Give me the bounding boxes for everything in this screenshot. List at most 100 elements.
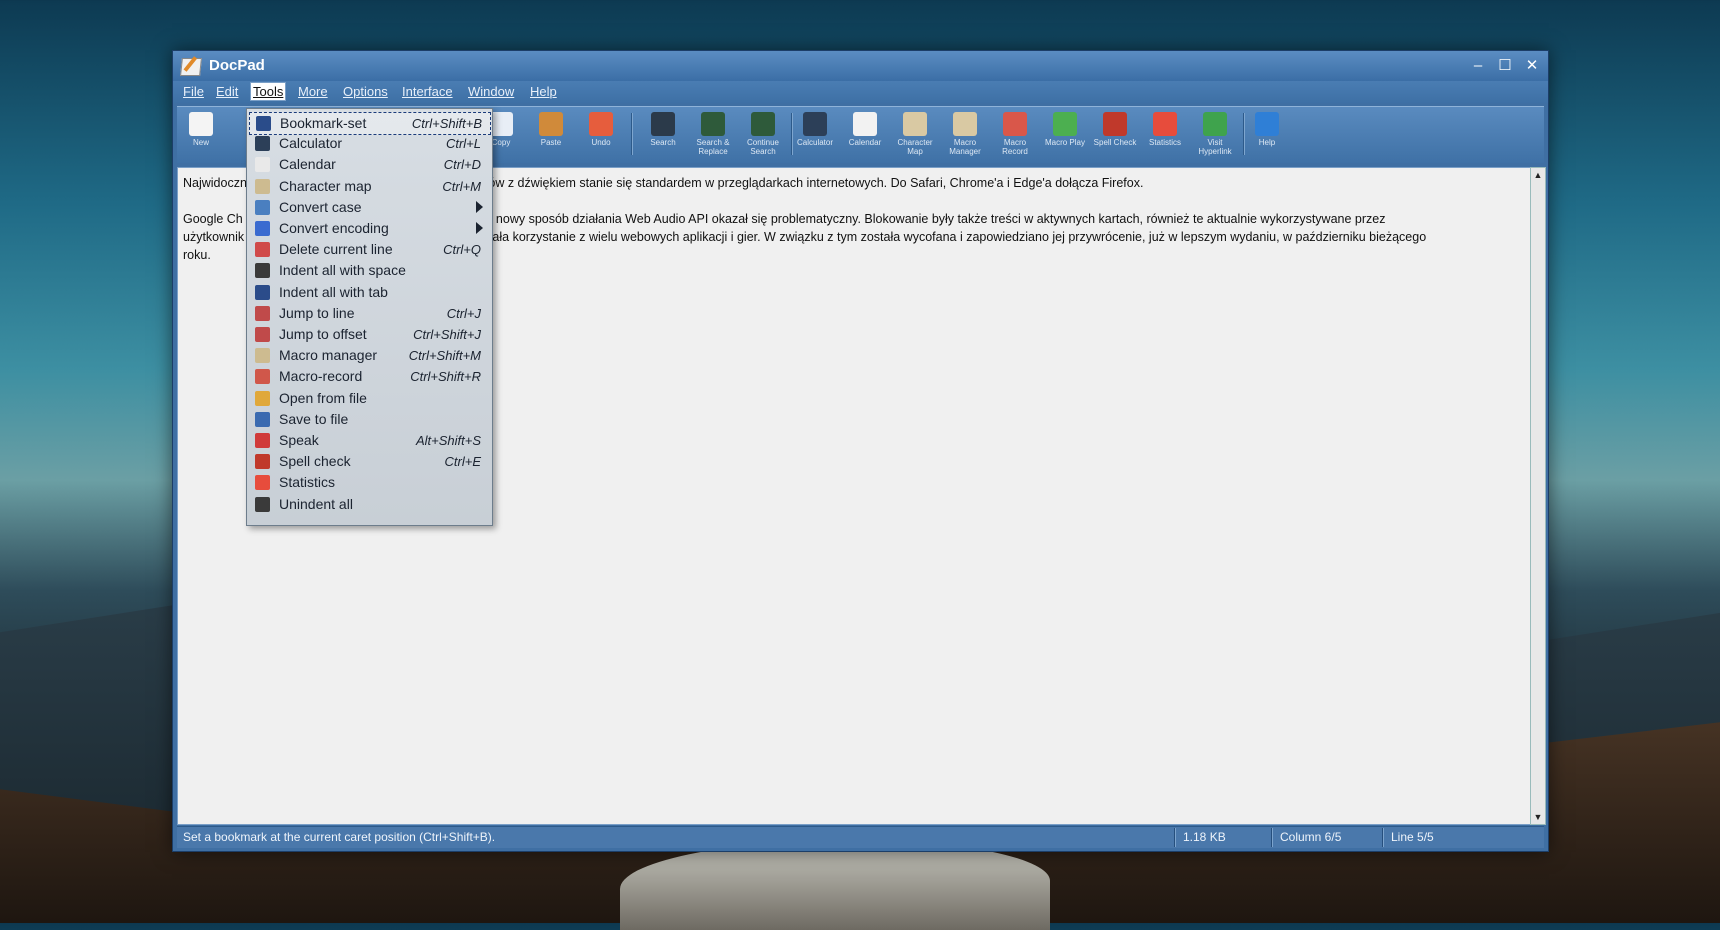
bookmark-icon xyxy=(256,116,271,131)
tools-menu-item[interactable]: Calculator Ctrl+L xyxy=(249,133,489,154)
tools-menu-item[interactable]: Character map Ctrl+M xyxy=(249,176,489,197)
toolbar-continue-search-button[interactable]: Continue Search xyxy=(739,109,787,161)
app-icon xyxy=(180,58,202,76)
convert-encoding-icon xyxy=(255,221,270,236)
tools-menu-item[interactable]: Calendar Ctrl+D xyxy=(249,154,489,175)
toolbar-separator xyxy=(631,113,633,155)
tools-menu-item[interactable]: Spell check Ctrl+E xyxy=(249,451,489,472)
open-folder-icon xyxy=(255,390,270,406)
help-icon xyxy=(1255,112,1279,136)
toolbar-character-map-button[interactable]: Character Map xyxy=(891,109,939,161)
tools-menu-item-shortcut: Ctrl+M xyxy=(442,178,481,194)
tools-menu-item-shortcut: Ctrl+Shift+M xyxy=(408,348,481,364)
tools-menu-item-label: Delete current line xyxy=(279,241,393,258)
menu-help[interactable]: Help xyxy=(530,84,557,99)
globe-icon xyxy=(1203,112,1227,136)
tools-menu-item-shortcut: Ctrl+D xyxy=(443,157,481,173)
close-button[interactable]: ✕ xyxy=(1521,55,1543,77)
jump-line-icon xyxy=(255,305,270,321)
search-replace-icon xyxy=(701,112,725,136)
tools-menu-item[interactable]: Delete current line Ctrl+Q xyxy=(249,239,489,260)
macro-manager-icon xyxy=(255,348,270,364)
tools-menu-item-shortcut: Ctrl+Q xyxy=(443,242,481,258)
tools-menu-item[interactable]: Bookmark-set Ctrl+Shift+B xyxy=(249,112,491,135)
tools-menu-item[interactable]: Macro-record Ctrl+Shift+R xyxy=(249,366,489,387)
status-message: Set a bookmark at the current caret posi… xyxy=(183,830,496,844)
macro-record-icon xyxy=(1003,112,1027,136)
tools-menu-item-shortcut: Ctrl+J xyxy=(446,305,481,321)
status-separator xyxy=(1271,828,1273,847)
tools-menu-item-label: Macro-record xyxy=(279,368,363,385)
tools-menu-item[interactable]: Unindent all xyxy=(249,494,489,515)
macro-play-icon xyxy=(1053,112,1077,136)
toolbar-calculator-button[interactable]: Calculator xyxy=(791,109,839,161)
pie-chart-icon xyxy=(255,475,270,491)
tools-menu-item-label: Bookmark-set xyxy=(280,115,367,131)
toolbar-new-button[interactable]: New xyxy=(177,109,225,161)
toolbar-help-button[interactable]: Help xyxy=(1243,109,1291,161)
minimize-button[interactable]: ‒ xyxy=(1467,55,1489,77)
calendar-icon xyxy=(853,112,877,136)
menu-window[interactable]: Window xyxy=(468,84,514,99)
tools-menu-item-label: Spell check xyxy=(279,453,351,470)
toolbar-visit-hyperlink-button[interactable]: Visit Hyperlink xyxy=(1191,109,1239,161)
menu-bar: File Edit Tools More Options Interface W… xyxy=(173,81,1548,103)
tools-menu-item-label: Character map xyxy=(279,177,372,194)
toolbar-spell-check-button[interactable]: Spell Check xyxy=(1091,109,1139,161)
tools-menu-item[interactable]: Jump to line Ctrl+J xyxy=(249,303,489,324)
toolbar-paste-button[interactable]: Paste xyxy=(527,109,575,161)
toolbar-statistics-button[interactable]: Statistics xyxy=(1141,109,1189,161)
tools-menu-item-label: Calculator xyxy=(279,135,343,152)
tools-menu-item[interactable]: Convert encoding xyxy=(249,218,489,239)
maximize-button[interactable]: ☐ xyxy=(1494,55,1516,77)
tools-menu-item[interactable]: Convert case xyxy=(249,197,489,218)
tools-menu-item[interactable]: Save to file xyxy=(249,409,489,430)
tools-menu-item-label: Open from file xyxy=(279,389,367,406)
continue-search-icon xyxy=(751,112,775,136)
toolbar-macro-record-button[interactable]: Macro Record xyxy=(991,109,1039,161)
status-column: Column 6/5 xyxy=(1280,830,1342,844)
macro-manager-icon xyxy=(953,112,977,136)
menu-file[interactable]: File xyxy=(183,84,204,99)
macro-record-icon xyxy=(255,369,270,385)
menu-interface[interactable]: Interface xyxy=(402,84,453,99)
tools-menu-item[interactable]: Indent all with space xyxy=(249,260,489,281)
submenu-arrow-icon xyxy=(476,222,483,234)
menu-more[interactable]: More xyxy=(298,84,328,99)
tools-menu-item[interactable]: Statistics xyxy=(249,472,489,493)
tools-menu-item[interactable]: Macro manager Ctrl+Shift+M xyxy=(249,345,489,366)
vertical-scrollbar[interactable]: ▲ ▼ xyxy=(1530,167,1546,825)
tools-menu-item[interactable]: Open from file xyxy=(249,388,489,409)
window-title: DocPad xyxy=(209,57,265,74)
toolbar-search-button[interactable]: Search xyxy=(639,109,687,161)
scroll-down-icon[interactable]: ▼ xyxy=(1531,810,1545,824)
menu-tools[interactable]: Tools xyxy=(250,82,287,101)
menu-options[interactable]: Options xyxy=(343,84,388,99)
tools-menu-item-label: Indent all with space xyxy=(279,262,406,279)
calculator-icon xyxy=(803,112,827,136)
tools-menu-item-label: Convert case xyxy=(279,198,362,215)
scroll-up-icon[interactable]: ▲ xyxy=(1531,168,1545,182)
status-bar: Set a bookmark at the current caret posi… xyxy=(177,826,1544,848)
status-file-size: 1.18 KB xyxy=(1183,830,1226,844)
tools-menu-item[interactable]: Jump to offset Ctrl+Shift+J xyxy=(249,324,489,345)
indent-tab-icon xyxy=(255,284,270,300)
menu-edit[interactable]: Edit xyxy=(216,84,238,99)
tools-menu-item[interactable]: Indent all with tab xyxy=(249,282,489,303)
toolbar-undo-button[interactable]: Undo xyxy=(577,109,625,161)
paste-icon xyxy=(539,112,563,136)
undo-icon xyxy=(589,112,613,136)
toolbar-macro-play-button[interactable]: Macro Play xyxy=(1041,109,1089,161)
tools-menu-item-shortcut: Ctrl+Shift+B xyxy=(411,116,482,131)
toolbar-macro-manager-button[interactable]: Macro Manager xyxy=(941,109,989,161)
toolbar-calendar-button[interactable]: Calendar xyxy=(841,109,889,161)
toolbar-search-replace-button[interactable]: Search & Replace xyxy=(689,109,737,161)
convert-case-icon xyxy=(255,199,270,215)
tools-menu-item-shortcut: Ctrl+E xyxy=(444,454,481,470)
delete-line-icon xyxy=(255,242,270,258)
indent-space-icon xyxy=(255,263,270,279)
status-separator xyxy=(1174,828,1176,847)
tools-menu-item[interactable]: Speak Alt+Shift+S xyxy=(249,430,489,451)
title-bar[interactable]: DocPad ‒ ☐ ✕ xyxy=(173,51,1548,81)
status-separator xyxy=(1382,828,1384,847)
